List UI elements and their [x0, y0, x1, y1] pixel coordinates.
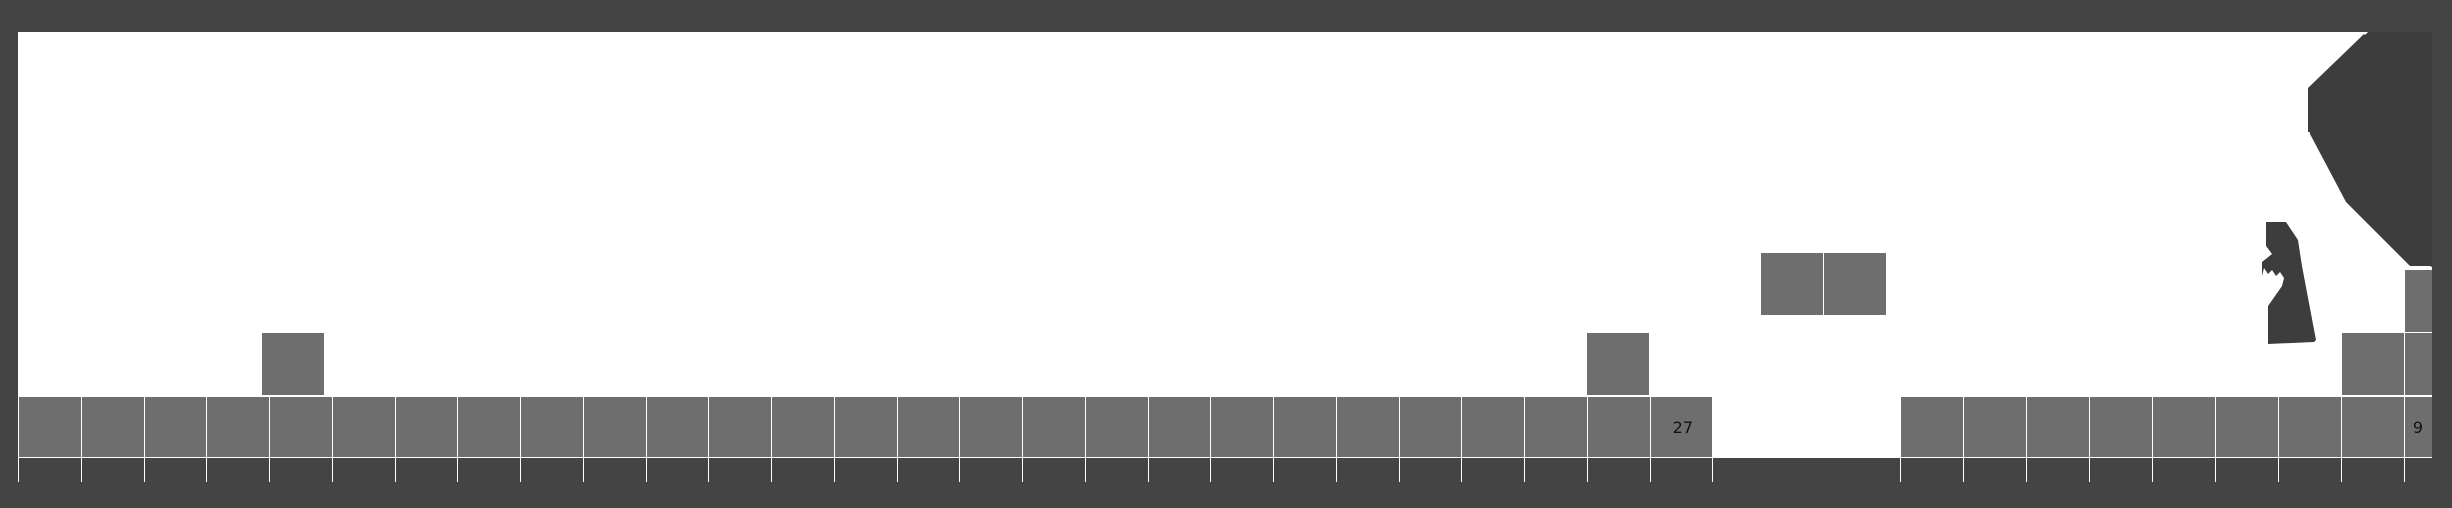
ground-block	[1963, 396, 2027, 458]
ground-block	[332, 396, 396, 458]
floor-tick	[2404, 458, 2405, 482]
floor-tick	[1963, 458, 1964, 482]
floor-tick	[1712, 458, 1713, 482]
ground-block	[1336, 396, 1400, 458]
ground-block	[2089, 396, 2153, 458]
ground-block	[959, 396, 1023, 458]
raised-block	[261, 332, 325, 396]
ground-block	[1461, 396, 1525, 458]
floor-tick	[269, 458, 270, 482]
ground-block	[2152, 396, 2216, 458]
ground-block	[1085, 396, 1149, 458]
ground-block: 9	[2404, 396, 2432, 458]
floor-tick	[1461, 458, 1462, 482]
floor-tick	[81, 458, 82, 482]
tile-layer: 27 9	[18, 32, 2432, 482]
ground-block	[834, 396, 898, 458]
ground-block	[1022, 396, 1086, 458]
ground-block	[1210, 396, 1274, 458]
ground-block	[708, 396, 772, 458]
ground-block	[1399, 396, 1463, 458]
floor-tick	[583, 458, 584, 482]
ground-block	[1148, 396, 1212, 458]
floating-block	[1823, 252, 1887, 316]
playfield[interactable]: 27 9	[18, 32, 2432, 482]
tree-canopy	[2308, 32, 2432, 267]
ground-block	[1587, 396, 1651, 458]
floor-strip	[18, 458, 2432, 482]
ground-block	[81, 396, 145, 458]
ground-block	[2278, 396, 2342, 458]
floor-tick	[1900, 458, 1901, 482]
floor-tick	[646, 458, 647, 482]
floor-tick	[2278, 458, 2279, 482]
ground-block	[1273, 396, 1337, 458]
floor-tick	[2026, 458, 2027, 482]
ground-block	[457, 396, 521, 458]
floor-tick	[771, 458, 772, 482]
ground-block	[2026, 396, 2090, 458]
floor-tick	[1650, 458, 1651, 482]
floor-tick	[2215, 458, 2216, 482]
ground-block	[1900, 396, 1964, 458]
raised-block	[2341, 332, 2405, 396]
raised-block	[2404, 269, 2432, 333]
raised-block	[2404, 332, 2432, 396]
floor-tick	[1210, 458, 1211, 482]
ground-block	[771, 396, 835, 458]
floor-tick	[1399, 458, 1400, 482]
floor-tick	[1085, 458, 1086, 482]
floating-block	[1760, 252, 1824, 316]
floor-tick	[1524, 458, 1525, 482]
ground-block	[2215, 396, 2279, 458]
tile-label: 9	[2412, 418, 2423, 437]
floor-tick	[2152, 458, 2153, 482]
floor-tick	[18, 458, 19, 482]
floor-tick	[520, 458, 521, 482]
floor-tick	[959, 458, 960, 482]
floor-tick	[708, 458, 709, 482]
ground-block	[646, 396, 710, 458]
floor-tick	[457, 458, 458, 482]
ground-block	[269, 396, 333, 458]
floor-tick	[206, 458, 207, 482]
ground-block	[583, 396, 647, 458]
ground-block	[2341, 396, 2405, 458]
game-viewport: 27 9	[0, 0, 2452, 508]
raised-block	[1586, 332, 1650, 396]
floor-tick	[834, 458, 835, 482]
floor-tick	[395, 458, 396, 482]
floor-tick	[1587, 458, 1588, 482]
floor-tick	[1273, 458, 1274, 482]
ground-block	[395, 396, 459, 458]
floor-tick	[144, 458, 145, 482]
ground-block: 27	[1650, 396, 1714, 458]
floor-tick	[897, 458, 898, 482]
floor-tick	[1022, 458, 1023, 482]
tile-label: 27	[1672, 418, 1693, 437]
ground-block	[1524, 396, 1588, 458]
ground-block	[897, 396, 961, 458]
ground-block	[18, 396, 82, 458]
floor-tick	[2341, 458, 2342, 482]
floor-tick	[1148, 458, 1149, 482]
ground-block	[520, 396, 584, 458]
floor-tick	[1336, 458, 1337, 482]
ground-block	[144, 396, 208, 458]
ground-block	[206, 396, 270, 458]
floor-tick	[2089, 458, 2090, 482]
floor-tick	[332, 458, 333, 482]
